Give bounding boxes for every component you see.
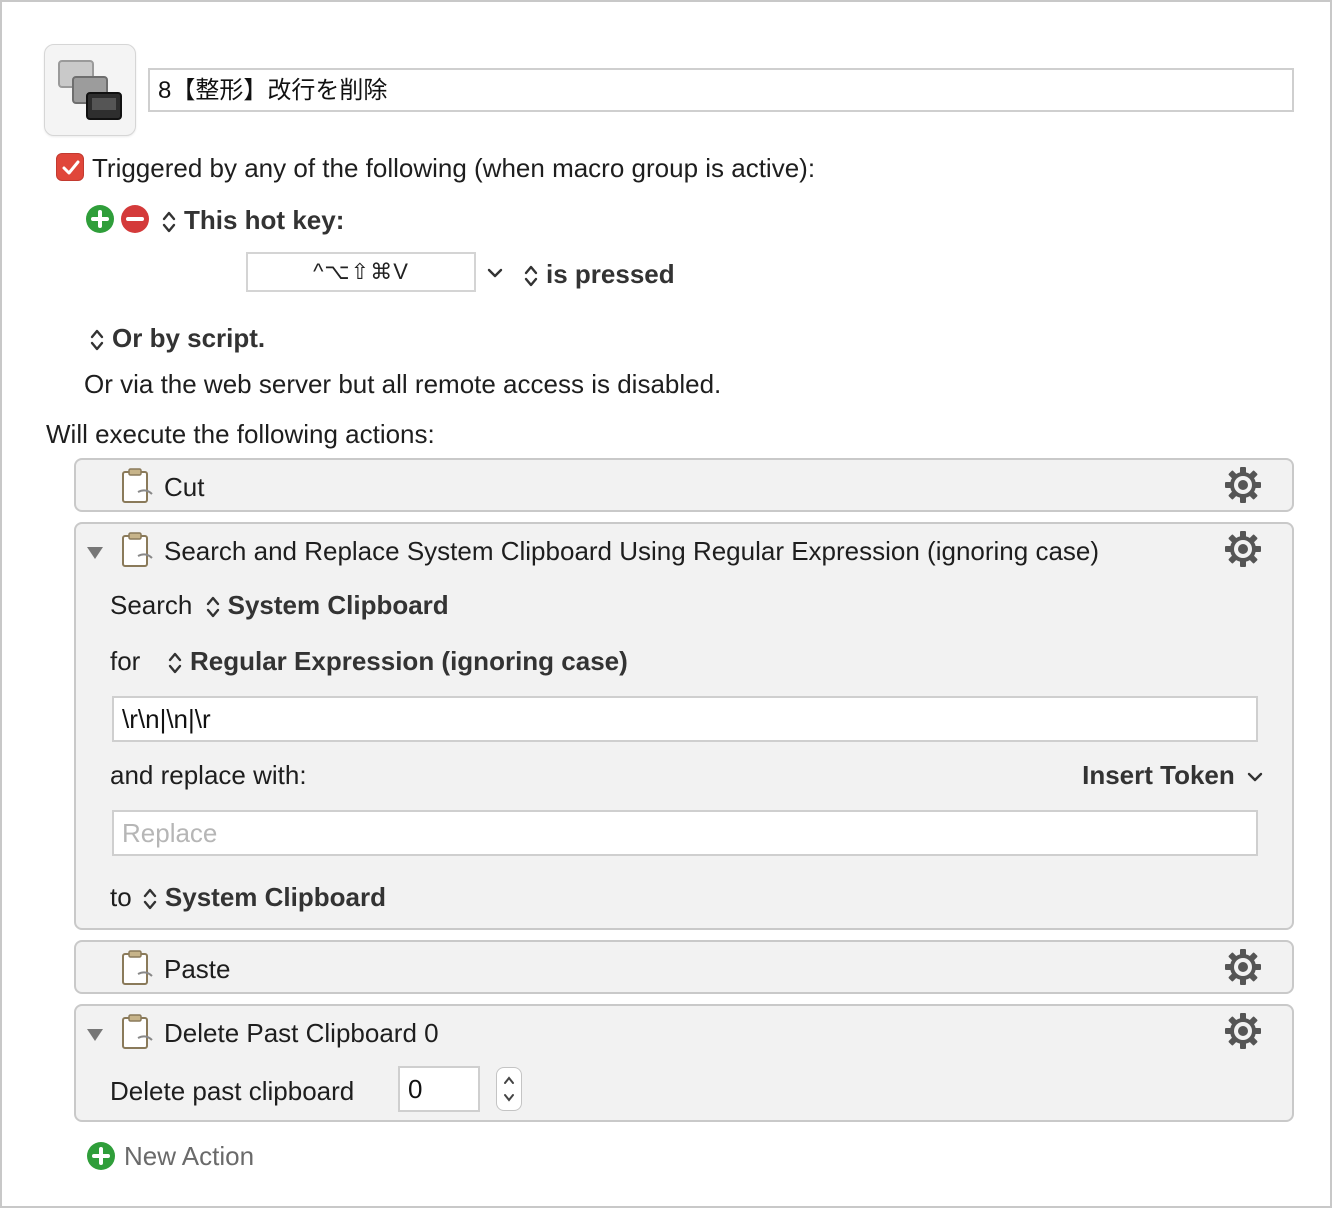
for-label: for [110, 646, 141, 676]
action-title: Search and Replace System Clipboard Usin… [164, 536, 1100, 566]
search-row: Search System Clipboard [110, 590, 449, 620]
action-cut[interactable]: Cut [74, 458, 1294, 512]
search-source-popup[interactable]: System Clipboard [200, 590, 449, 620]
macro-icon[interactable] [44, 44, 136, 136]
add-icon [91, 210, 109, 228]
replace-field[interactable]: Replace [112, 810, 1258, 856]
hotkey-menu-button[interactable] [486, 264, 504, 282]
updown-icon [206, 596, 219, 618]
gear-icon[interactable] [1222, 946, 1264, 988]
trigger-type-label: This hot key: [184, 205, 345, 235]
script-option-label: Or by script. [112, 323, 266, 353]
web-server-note: Or via the web server but all remote acc… [84, 369, 722, 399]
to-label: to [110, 882, 132, 912]
replace-label: and replace with: [110, 760, 307, 790]
action-delete-past-clipboard[interactable]: Delete Past Clipboard 0 Delete past clip… [74, 1004, 1294, 1122]
new-action-add-button[interactable] [87, 1142, 115, 1170]
to-row: to System Clipboard [110, 882, 386, 912]
updown-icon [90, 329, 104, 351]
action-title: Cut [164, 472, 205, 502]
disclosure-triangle-icon[interactable] [86, 546, 104, 560]
hotkey-condition-popup[interactable]: is pressed [524, 259, 675, 289]
search-label: Search [110, 590, 193, 620]
insert-token-button[interactable]: Insert Token [1082, 760, 1264, 790]
chevron-down-icon [487, 268, 503, 278]
clipboard-icon [122, 1014, 153, 1049]
clipboard-index-stepper[interactable] [496, 1067, 522, 1111]
match-mode-popup[interactable]: Regular Expression (ignoring case) [168, 646, 628, 676]
updown-icon [168, 652, 182, 674]
gear-icon[interactable] [1222, 464, 1264, 506]
remove-trigger-button[interactable] [121, 205, 149, 233]
updown-icon [524, 265, 538, 287]
destination-popup[interactable]: System Clipboard [139, 882, 386, 912]
macro-editor: 8【整形】改行を削除 Triggered by any of the follo… [0, 0, 1332, 1208]
destination-label: System Clipboard [164, 882, 386, 912]
checkmark-icon [62, 160, 80, 175]
disclosure-triangle-icon[interactable] [86, 1028, 104, 1042]
clipboard-icon [122, 950, 153, 985]
new-action-link[interactable]: New Action [124, 1141, 254, 1171]
search-pattern-field[interactable]: \r\n|\n|\r [112, 696, 1258, 742]
action-paste[interactable]: Paste [74, 940, 1294, 994]
stepper-icon [504, 1076, 514, 1102]
clipboard-icon [122, 532, 153, 567]
add-trigger-button[interactable] [86, 205, 114, 233]
match-mode-label: Regular Expression (ignoring case) [190, 646, 628, 676]
gear-icon[interactable] [1222, 1010, 1264, 1052]
delete-past-label: Delete past clipboard [110, 1076, 355, 1106]
gear-icon[interactable] [1222, 528, 1264, 570]
actions-header: Will execute the following actions: [46, 419, 435, 449]
chevron-down-icon [1247, 772, 1263, 782]
action-title: Paste [164, 954, 231, 984]
action-search-replace[interactable]: Search and Replace System Clipboard Usin… [74, 522, 1294, 930]
search-source-label: System Clipboard [227, 590, 449, 620]
add-icon [92, 1147, 110, 1165]
hotkey-condition-label: is pressed [546, 259, 675, 289]
clipboard-icon [122, 468, 153, 503]
trigger-header: Triggered by any of the following (when … [92, 153, 816, 183]
trigger-type-popup[interactable]: This hot key: [162, 205, 344, 235]
remove-icon [126, 217, 144, 221]
updown-icon [143, 888, 157, 910]
insert-token-label: Insert Token [1082, 760, 1235, 790]
action-title: Delete Past Clipboard 0 [164, 1018, 439, 1048]
updown-icon [162, 211, 176, 233]
macro-name-field[interactable]: 8【整形】改行を削除 [148, 68, 1294, 112]
trigger-enabled-checkbox[interactable] [56, 153, 84, 181]
add-script-trigger-popup[interactable]: Or by script. [90, 323, 265, 353]
hotkey-field[interactable]: ^⌥⇧⌘V [246, 252, 476, 292]
clipboard-index-field[interactable]: 0 [398, 1066, 480, 1112]
